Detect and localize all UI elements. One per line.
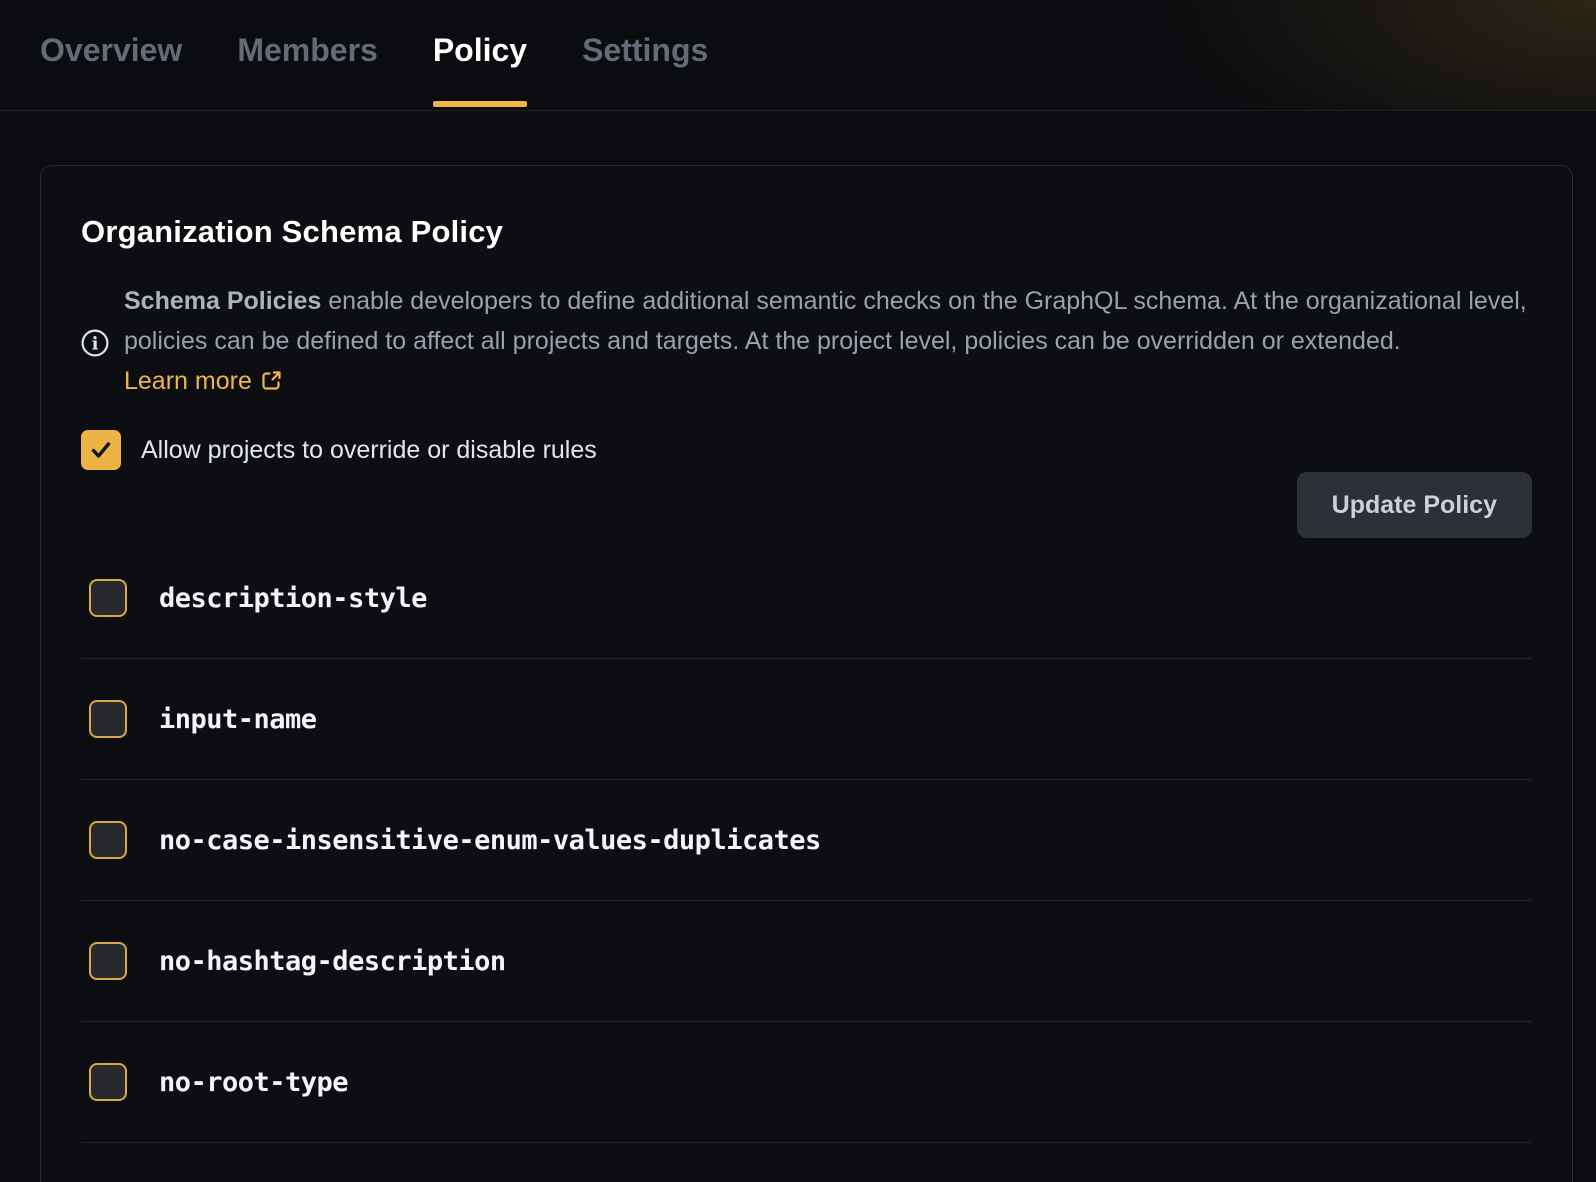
rule-name: no-case-insensitive-enum-values-duplicat… [159, 825, 821, 856]
external-link-icon [260, 364, 283, 404]
rule-row: no-hashtag-description [81, 901, 1532, 1022]
nav-tab-label: Policy [433, 32, 527, 69]
learn-more-link[interactable]: Learn more [124, 367, 283, 395]
nav-tab-label: Settings [582, 32, 708, 69]
main-content: Organization Schema Policy i Schema Poli… [0, 111, 1596, 1182]
rule-name: description-style [159, 583, 427, 614]
update-policy-button[interactable]: Update Policy [1297, 472, 1532, 538]
nav-tab[interactable]: Policy [433, 0, 527, 110]
allow-override-label: Allow projects to override or disable ru… [141, 436, 597, 465]
rule-row: no-root-type [81, 1022, 1532, 1143]
nav-tab[interactable]: Members [237, 0, 378, 110]
nav-tab-label: Overview [40, 32, 182, 69]
policy-description-text: Schema Policies enable developers to def… [124, 281, 1532, 404]
nav-tab[interactable]: Settings [582, 0, 708, 110]
actions-row: Update Policy [81, 472, 1532, 538]
allow-override-checkbox[interactable] [81, 430, 121, 470]
rule-checkbox[interactable] [89, 1063, 127, 1101]
rule-checkbox[interactable] [89, 821, 127, 859]
rule-checkbox[interactable] [89, 579, 127, 617]
allow-override-row: Allow projects to override or disable ru… [81, 430, 1532, 470]
tab-bar: Overview Members Policy Settings [40, 0, 708, 110]
rule-checkbox[interactable] [89, 942, 127, 980]
rule-row: no-case-insensitive-enum-values-duplicat… [81, 780, 1532, 901]
nav-tab[interactable]: Overview [40, 0, 182, 110]
description-body: enable developers to define additional s… [124, 287, 1527, 355]
checkmark-icon [88, 437, 114, 463]
page: Overview Members Policy Settings [0, 0, 1596, 1182]
nav-tab-label: Members [237, 32, 378, 69]
rule-row: description-style [81, 538, 1532, 659]
rule-row: input-name [81, 659, 1532, 780]
rule-checkbox[interactable] [89, 700, 127, 738]
info-icon: i [81, 329, 109, 357]
active-tab-underline [433, 101, 527, 107]
policy-description: i Schema Policies enable developers to d… [81, 281, 1532, 404]
schema-policy-card: Organization Schema Policy i Schema Poli… [40, 165, 1573, 1182]
page-title: Organization Schema Policy [81, 214, 1532, 250]
rule-name: no-root-type [159, 1067, 348, 1098]
top-nav: Overview Members Policy Settings [0, 0, 1596, 111]
rules-list: description-style input-name [81, 538, 1532, 1143]
description-lead: Schema Policies [124, 287, 321, 315]
rule-name: input-name [159, 704, 317, 735]
svg-text:i: i [92, 333, 99, 354]
rule-name: no-hashtag-description [159, 946, 506, 977]
